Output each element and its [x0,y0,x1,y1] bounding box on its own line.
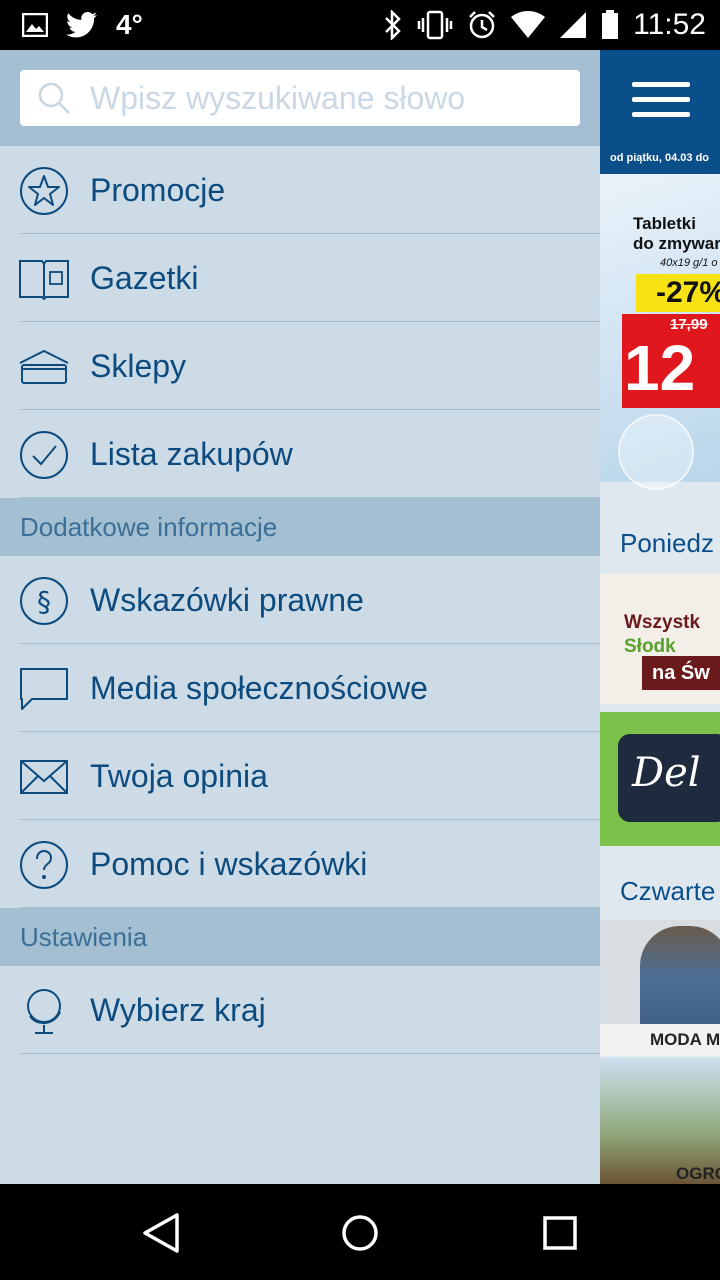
menu-item-label: Sklepy [90,347,187,384]
wifi-icon [511,11,546,39]
section-header-settings: Ustawienia [0,908,600,966]
menu-item-label: Promocje [90,171,226,208]
home-circle-icon [342,1215,378,1251]
search-icon [36,80,72,116]
vibrate-icon [417,10,453,40]
bluetooth-icon [383,10,403,40]
menu-item-label: Wskazówki prawne [90,581,364,618]
menu-item-promocje[interactable]: Promocje [0,146,600,234]
app-bar: od piątku, 04.03 do [600,50,720,174]
section-header-info: Dodatkowe informacje [0,498,600,556]
temperature-text: 4° [116,9,143,40]
section-title-monday: Poniedz [620,528,714,558]
date-range-text: od piątku, 04.03 do [610,152,710,164]
signal-icon [559,11,587,39]
new-price: 12 [624,332,696,404]
menu-item-label: Gazetki [90,259,199,296]
menu-item-twoja-opinia[interactable]: Twoja opinia [0,732,600,820]
promo-banner[interactable]: Tabletki do zmywar 40x19 g/1 o -27% 17,99… [600,174,720,490]
status-bar: 4° 11:52 [0,0,720,50]
price-badge: 17,99 12 [622,314,720,408]
help-icon [18,840,70,890]
paragraph-icon: § [18,576,70,626]
store-icon [18,342,70,392]
star-icon [18,166,70,216]
discount-badge: -27% [636,274,720,312]
navigation-drawer: Promocje Gazetki Sklepy Lista zakupów Do… [0,50,600,1184]
system-nav-bar [0,1184,720,1280]
promo-tile-sweets[interactable]: Wszystk Słodk na Św [600,574,720,704]
back-triangle-icon [143,1213,179,1253]
menu-item-sklepy[interactable]: Sklepy [0,322,600,410]
promo-tile-fashion[interactable]: MODA M [600,920,720,1056]
svg-text:§: § [37,585,51,618]
leaflet-icon [18,254,70,304]
menu-item-media-spolecznosciowe[interactable]: Media społecznościowe [0,644,600,732]
promo-tile-garden[interactable]: OGRO [600,1058,720,1184]
recents-square-icon [543,1216,577,1250]
menu-item-wybierz-kraj[interactable]: Wybierz kraj [0,966,600,1054]
promo-title: Tabletki do zmywar [633,214,720,253]
old-price: 17,99 [670,316,708,333]
menu-item-label: Twoja opinia [90,757,268,794]
alarm-icon [467,10,497,40]
menu-item-label: Pomoc i wskazówki [90,845,368,882]
menu-item-gazetki[interactable]: Gazetki [0,234,600,322]
promo-size: 40x19 g/1 o [660,257,718,269]
search-box[interactable] [20,70,580,126]
image-icon [22,13,48,37]
menu-item-wskazowki-prawne[interactable]: § Wskazówki prawne [0,556,600,644]
home-button[interactable] [335,1208,385,1258]
clock-text: 11:52 [633,8,706,41]
menu-item-label: Lista zakupów [90,435,293,472]
section-header-label: Dodatkowe informacje [20,512,278,542]
search-input[interactable] [90,70,570,126]
menu-item-label: Wybierz kraj [90,991,266,1028]
envelope-icon [18,752,70,802]
section-header-label: Ustawienia [20,922,148,952]
search-area [0,50,600,146]
menu-item-label: Media społecznościowe [90,669,428,706]
battery-icon [601,10,619,40]
menu-item-pomoc[interactable]: Pomoc i wskazówki [0,820,600,908]
main-content: od piątku, 04.03 do Tabletki do zmywar 40… [600,50,720,1184]
twitter-icon [66,12,98,38]
recents-button[interactable] [535,1208,585,1258]
globe-icon [18,986,70,1036]
section-title-thursday: Czwarte [620,876,716,906]
menu-item-lista-zakupow[interactable]: Lista zakupów [0,410,600,498]
back-button[interactable] [136,1208,186,1258]
hamburger-icon[interactable] [632,82,690,127]
chat-bubble-icon [18,664,70,714]
check-icon [18,430,70,480]
bubble-decoration [618,414,694,490]
promo-tile-deluxe[interactable]: Del [600,712,720,846]
